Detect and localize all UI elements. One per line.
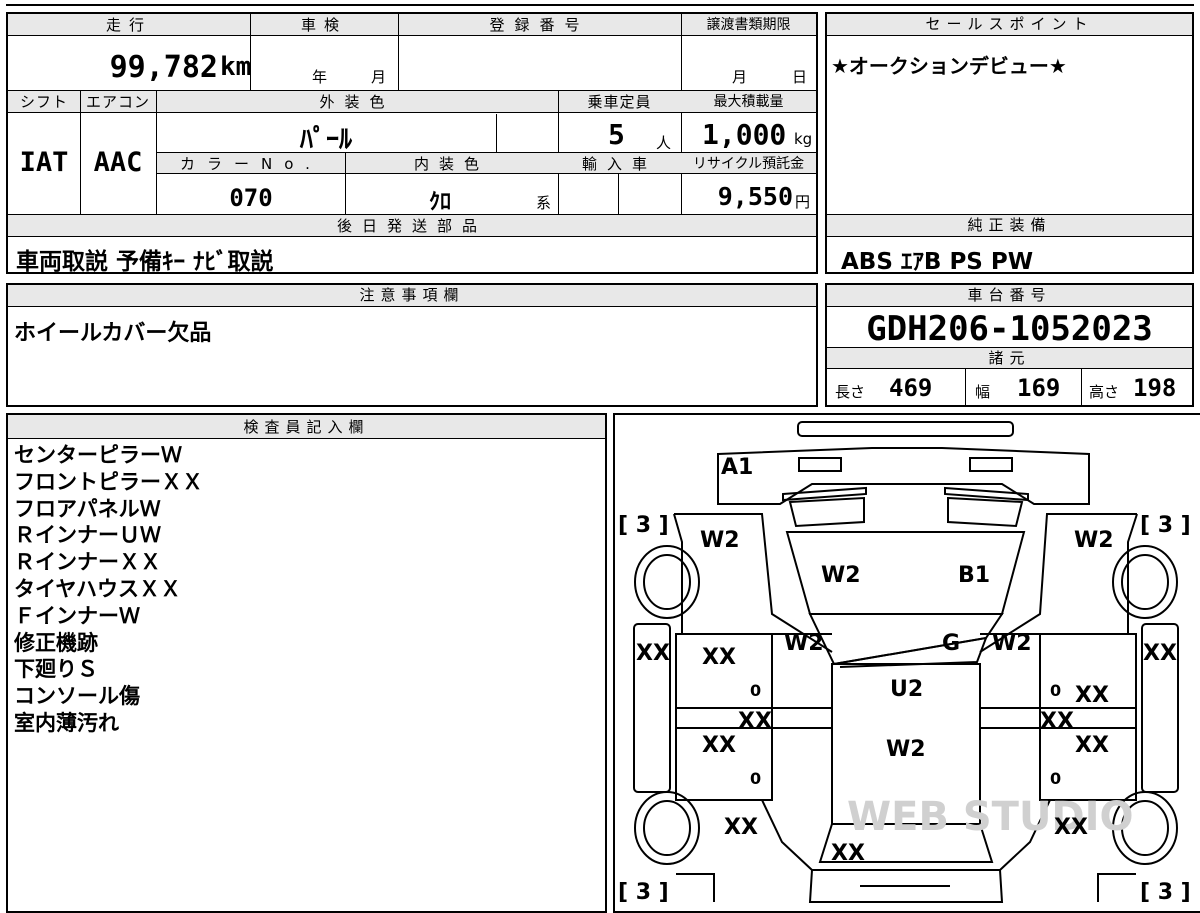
tire-grade-rear-right: [ 3 ] bbox=[1140, 880, 1191, 905]
exterior-color-label: 外装色 bbox=[319, 93, 395, 111]
damage-w2-pillar-left: W2 bbox=[784, 631, 824, 656]
height-label: 高さ bbox=[1089, 383, 1120, 401]
interior-color-unit: 系 bbox=[536, 194, 552, 212]
later-parts-value: 車両取説 予備ｷｰ ﾅﾋﾞ取説 bbox=[16, 249, 274, 275]
transfer-day: 日 bbox=[792, 68, 808, 86]
damage-u2: U2 bbox=[890, 677, 923, 702]
inspector-note: 室内薄汚れ bbox=[14, 710, 119, 735]
mark-zero: 0 bbox=[750, 769, 761, 788]
mark-zero: 0 bbox=[1050, 681, 1061, 700]
chassis-number: GDH206-1052023 bbox=[866, 309, 1153, 349]
mileage-label: 走行 bbox=[105, 16, 152, 34]
sales-point-block: セールスポイント ★オークションデビュー★ 純正装備 ABS ｴｱB PS PW bbox=[825, 12, 1194, 275]
max-load-label: 最大積載量 bbox=[713, 94, 784, 110]
caution-block: 注意事項欄 ホイールカバー欠品 bbox=[6, 283, 818, 407]
interior-color-label: 内装色 bbox=[413, 155, 489, 173]
import-label: 輸入車 bbox=[581, 155, 657, 173]
mileage-value: 99,782 bbox=[109, 50, 218, 85]
inspection-year: 年 bbox=[312, 68, 328, 86]
height-value: 198 bbox=[1133, 374, 1177, 402]
damage-xx-front-door-right: XX bbox=[1075, 683, 1109, 708]
inspection-label: 車検 bbox=[300, 16, 347, 34]
damage-b1: B1 bbox=[958, 563, 990, 588]
color-no-value: 070 bbox=[229, 184, 273, 212]
dimensions-label: 諸元 bbox=[827, 348, 1192, 369]
damage-w2-pillar-right: W2 bbox=[992, 631, 1032, 656]
tire-grade-front-right: [ 3 ] bbox=[1140, 513, 1191, 538]
damage-xx-rear-right: XX bbox=[1054, 815, 1088, 840]
length-label: 長さ bbox=[835, 383, 866, 401]
inspector-block: 検査員記入欄 センターピラーＷ フロントピラーＸＸ フロアパネルＷ ＲインナーＵ… bbox=[6, 413, 607, 913]
damage-xx-rear-door-left: XX bbox=[702, 733, 736, 758]
chassis-label: 車台番号 bbox=[827, 285, 1192, 307]
mark-zero: 0 bbox=[1050, 769, 1061, 788]
capacity-value: 5 bbox=[608, 118, 625, 151]
damage-w2-hood: W2 bbox=[821, 563, 861, 588]
ac-label: エアコン bbox=[85, 93, 150, 111]
car-condition-diagram: WEB STUDIO [ 3 ] [ 3 ] [ 3 ] [ 3 ] A1 W2… bbox=[618, 421, 1191, 905]
damage-a1: A1 bbox=[721, 455, 753, 480]
damage-xx-center-right: XX bbox=[1040, 709, 1074, 734]
damage-w2-front-right: W2 bbox=[1074, 528, 1114, 553]
capacity-unit: 人 bbox=[656, 134, 672, 152]
damage-xx-right-edge: XX bbox=[1143, 641, 1177, 666]
inspector-label: 検査員記入欄 bbox=[8, 415, 605, 439]
ac-value: AAC bbox=[93, 147, 143, 178]
capacity-label: 乗車定員 bbox=[587, 93, 652, 111]
damage-xx-rear-center: XX bbox=[831, 841, 865, 866]
later-parts-label: 後日発送部品 bbox=[336, 217, 487, 235]
shift-label: シフト bbox=[19, 93, 68, 111]
tire-grade-rear-left: [ 3 ] bbox=[618, 880, 669, 905]
transfer-month: 月 bbox=[732, 68, 748, 86]
mark-zero: 0 bbox=[750, 681, 761, 700]
mileage-unit: km bbox=[220, 52, 252, 82]
recycle-unit: 円 bbox=[795, 193, 811, 211]
damage-w2-roof: W2 bbox=[886, 737, 926, 762]
watermark: WEB STUDIO bbox=[847, 794, 1134, 840]
max-load-unit: kg bbox=[794, 130, 813, 148]
inspector-note: ＲインナーＸＸ bbox=[14, 550, 161, 575]
tire-grade-front-left: [ 3 ] bbox=[618, 513, 669, 538]
caution-label: 注意事項欄 bbox=[8, 285, 816, 307]
inspector-note: ＦインナーＷ bbox=[14, 603, 140, 628]
recycle-value: 9,550 bbox=[717, 182, 793, 211]
exterior-color-value: ﾊﾟｰﾙ bbox=[299, 125, 352, 155]
shift-value: IAT bbox=[19, 147, 69, 178]
color-no-label: カラーNo. bbox=[180, 155, 322, 173]
damage-xx-front-door-left: XX bbox=[702, 645, 736, 670]
damage-g: G bbox=[942, 631, 960, 656]
length-value: 469 bbox=[889, 374, 933, 402]
registration-label: 登録番号 bbox=[489, 16, 590, 34]
width-value: 169 bbox=[1017, 374, 1061, 402]
inspector-notes: センターピラーＷ フロントピラーＸＸ フロアパネルＷ ＲインナーＵＷ Ｒインナー… bbox=[14, 442, 203, 737]
damage-xx-center-left: XX bbox=[738, 709, 772, 734]
interior-color-value: ｸﾛ bbox=[428, 190, 451, 215]
inspection-month: 月 bbox=[371, 68, 387, 86]
recycle-label: リサイクル預託金 bbox=[692, 156, 805, 172]
equipment-label: 純正装備 bbox=[827, 215, 1192, 237]
inspector-note: フロアパネルＷ bbox=[14, 496, 161, 521]
damage-xx-rear-left: XX bbox=[724, 815, 758, 840]
car-diagram-block: WEB STUDIO [ 3 ] [ 3 ] [ 3 ] [ 3 ] A1 W2… bbox=[613, 413, 1200, 913]
inspector-note: フロントピラーＸＸ bbox=[14, 469, 203, 494]
vehicle-info-block: 走行 車検 登録番号 譲渡書類期限 99,782 km 年 月 月 日 シフト … bbox=[6, 12, 818, 275]
equipment-value: ABS ｴｱB PS PW bbox=[841, 249, 1034, 275]
inspector-note: コンソール傷 bbox=[14, 684, 140, 709]
inspector-note: 下廻りＳ bbox=[14, 657, 98, 682]
top-cut-strip bbox=[6, 0, 1194, 6]
transfer-deadline-label: 譲渡書類期限 bbox=[706, 17, 791, 33]
damage-xx-left-edge: XX bbox=[636, 641, 670, 666]
sales-point-value: ★オークションデビュー★ bbox=[831, 54, 1067, 78]
chassis-block: 車台番号 GDH206-1052023 諸元 長さ 469 幅 169 高さ 1… bbox=[825, 283, 1194, 407]
caution-value: ホイールカバー欠品 bbox=[14, 321, 212, 346]
inspector-note: センターピラーＷ bbox=[14, 443, 182, 467]
inspector-note: タイヤハウスＸＸ bbox=[14, 576, 181, 601]
width-label: 幅 bbox=[975, 383, 991, 401]
damage-w2-front-left: W2 bbox=[700, 528, 740, 553]
sales-point-label: セールスポイント bbox=[827, 14, 1192, 36]
max-load-value: 1,000 bbox=[702, 118, 787, 151]
damage-xx-rear-door-right: XX bbox=[1075, 733, 1109, 758]
inspector-note: 修正機跡 bbox=[14, 630, 98, 655]
inspector-note: ＲインナーＵＷ bbox=[14, 523, 161, 548]
